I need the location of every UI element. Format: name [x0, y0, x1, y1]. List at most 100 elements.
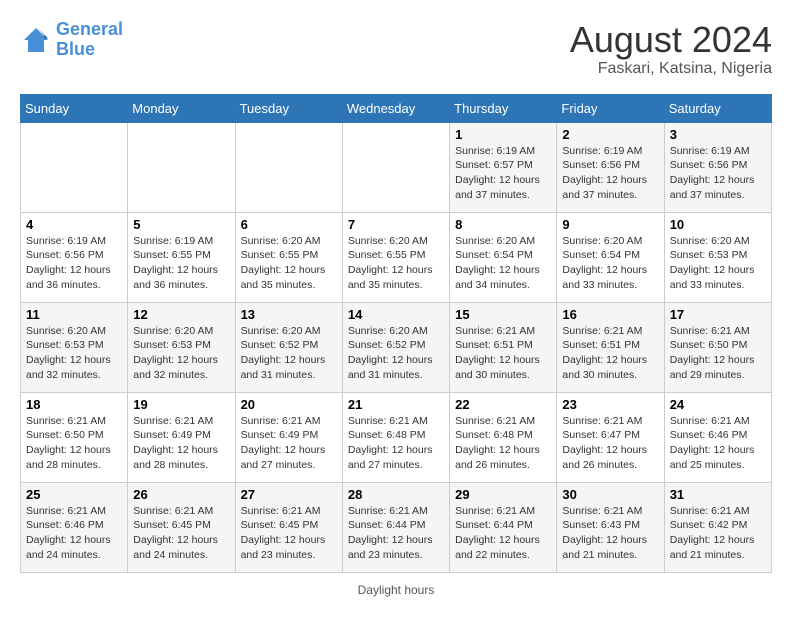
logo-icon — [20, 24, 52, 56]
day-number: 12 — [133, 307, 229, 322]
day-detail: Sunrise: 6:19 AM Sunset: 6:56 PM Dayligh… — [670, 144, 766, 203]
day-cell: 17Sunrise: 6:21 AM Sunset: 6:50 PM Dayli… — [664, 302, 771, 392]
day-cell: 11 Sunrise: 6:20 AM Sunset: 6:53 PM Dayli… — [21, 302, 128, 392]
day-detail: Sunrise: 6:19 AM Sunset: 6:56 PM Dayligh… — [26, 234, 122, 293]
day-detail: Sunrise: 6:21 AM Sunset: 6:51 PM Dayligh… — [562, 324, 658, 383]
day-cell: 29 Sunrise: 6:21 AM Sunset: 6:44 PM Dayli… — [450, 482, 557, 572]
day-detail: Sunrise: 6:19 AM Sunset: 6:56 PM Dayligh… — [562, 144, 658, 203]
page-header: General Blue August 2024 Faskari, Katsin… — [20, 20, 772, 78]
day-cell — [342, 122, 449, 212]
day-detail: Sunrise: 6:21 AM Sunset: 6:42 PM Dayligh… — [670, 504, 766, 563]
day-cell: 26 Sunrise: 6:21 AM Sunset: 6:45 PM Dayli… — [128, 482, 235, 572]
day-detail: Sunrise: 6:21 AM Sunset: 6:47 PM Dayligh… — [562, 414, 658, 473]
day-cell: 14Sunrise: 6:20 AM Sunset: 6:52 PM Dayli… — [342, 302, 449, 392]
day-number: 2 — [562, 127, 658, 142]
day-detail: Sunrise: 6:21 AM Sunset: 6:45 PM Dayligh… — [133, 504, 229, 563]
logo: General Blue — [20, 20, 123, 60]
day-number: 24 — [670, 397, 766, 412]
day-detail: Sunrise: 6:21 AM Sunset: 6:49 PM Dayligh… — [241, 414, 337, 473]
day-cell: 31 Sunrise: 6:21 AM Sunset: 6:42 PM Dayli… — [664, 482, 771, 572]
day-number: 10 — [670, 217, 766, 232]
day-cell — [21, 122, 128, 212]
day-number: 16 — [562, 307, 658, 322]
day-cell: 27 Sunrise: 6:21 AM Sunset: 6:45 PM Dayli… — [235, 482, 342, 572]
column-header-thursday: Thursday — [450, 94, 557, 122]
day-cell: 22 Sunrise: 6:21 AM Sunset: 6:48 PM Dayli… — [450, 392, 557, 482]
week-row-1: 1 Sunrise: 6:19 AM Sunset: 6:57 PM Daylig… — [21, 122, 772, 212]
day-cell: 25 Sunrise: 6:21 AM Sunset: 6:46 PM Dayli… — [21, 482, 128, 572]
title-block: August 2024 Faskari, Katsina, Nigeria — [570, 20, 772, 78]
week-row-5: 25 Sunrise: 6:21 AM Sunset: 6:46 PM Dayli… — [21, 482, 772, 572]
day-cell: 28 Sunrise: 6:21 AM Sunset: 6:44 PM Dayli… — [342, 482, 449, 572]
day-detail: Sunrise: 6:19 AM Sunset: 6:55 PM Dayligh… — [133, 234, 229, 293]
day-detail: Sunrise: 6:20 AM Sunset: 6:53 PM Dayligh… — [133, 324, 229, 383]
week-row-4: 18 Sunrise: 6:21 AM Sunset: 6:50 PM Dayli… — [21, 392, 772, 482]
day-detail: Sunrise: 6:21 AM Sunset: 6:45 PM Dayligh… — [241, 504, 337, 563]
day-number: 27 — [241, 487, 337, 502]
day-detail: Sunrise: 6:19 AM Sunset: 6:57 PM Dayligh… — [455, 144, 551, 203]
day-cell: 2 Sunrise: 6:19 AM Sunset: 6:56 PM Daylig… — [557, 122, 664, 212]
daylight-label: Daylight hours — [358, 583, 435, 597]
day-number: 18 — [26, 397, 122, 412]
column-header-saturday: Saturday — [664, 94, 771, 122]
day-detail: Sunrise: 6:21 AM Sunset: 6:46 PM Dayligh… — [26, 504, 122, 563]
day-detail: Sunrise: 6:21 AM Sunset: 6:50 PM Dayligh… — [670, 324, 766, 383]
day-number: 9 — [562, 217, 658, 232]
day-cell: 8 Sunrise: 6:20 AM Sunset: 6:54 PM Daylig… — [450, 212, 557, 302]
day-detail: Sunrise: 6:21 AM Sunset: 6:48 PM Dayligh… — [348, 414, 444, 473]
day-detail: Sunrise: 6:20 AM Sunset: 6:53 PM Dayligh… — [670, 234, 766, 293]
day-cell: 20 Sunrise: 6:21 AM Sunset: 6:49 PM Dayli… — [235, 392, 342, 482]
day-cell: 3 Sunrise: 6:19 AM Sunset: 6:56 PM Daylig… — [664, 122, 771, 212]
day-detail: Sunrise: 6:20 AM Sunset: 6:54 PM Dayligh… — [455, 234, 551, 293]
day-detail: Sunrise: 6:20 AM Sunset: 6:52 PM Dayligh… — [241, 324, 337, 383]
day-detail: Sunrise: 6:21 AM Sunset: 6:50 PM Dayligh… — [26, 414, 122, 473]
day-number: 28 — [348, 487, 444, 502]
day-cell: 13 Sunrise: 6:20 AM Sunset: 6:52 PM Dayli… — [235, 302, 342, 392]
day-number: 15 — [455, 307, 551, 322]
day-cell — [128, 122, 235, 212]
day-cell: 21 Sunrise: 6:21 AM Sunset: 6:48 PM Dayli… — [342, 392, 449, 482]
day-cell: 24 Sunrise: 6:21 AM Sunset: 6:46 PM Dayli… — [664, 392, 771, 482]
day-number: 3 — [670, 127, 766, 142]
day-detail: Sunrise: 6:21 AM Sunset: 6:49 PM Dayligh… — [133, 414, 229, 473]
day-detail: Sunrise: 6:20 AM Sunset: 6:52 PM Dayligh… — [348, 324, 444, 383]
day-cell — [235, 122, 342, 212]
day-detail: Sunrise: 6:21 AM Sunset: 6:44 PM Dayligh… — [348, 504, 444, 563]
day-number: 21 — [348, 397, 444, 412]
day-cell: 5Sunrise: 6:19 AM Sunset: 6:55 PM Daylig… — [128, 212, 235, 302]
day-detail: Sunrise: 6:21 AM Sunset: 6:44 PM Dayligh… — [455, 504, 551, 563]
calendar-table: SundayMondayTuesdayWednesdayThursdayFrid… — [20, 94, 772, 573]
day-number: 11 — [26, 307, 122, 322]
day-cell: 7Sunrise: 6:20 AM Sunset: 6:55 PM Daylig… — [342, 212, 449, 302]
day-detail: Sunrise: 6:21 AM Sunset: 6:43 PM Dayligh… — [562, 504, 658, 563]
day-number: 29 — [455, 487, 551, 502]
day-number: 20 — [241, 397, 337, 412]
day-detail: Sunrise: 6:20 AM Sunset: 6:54 PM Dayligh… — [562, 234, 658, 293]
week-row-2: 4 Sunrise: 6:19 AM Sunset: 6:56 PM Daylig… — [21, 212, 772, 302]
day-number: 8 — [455, 217, 551, 232]
day-cell: 6 Sunrise: 6:20 AM Sunset: 6:55 PM Daylig… — [235, 212, 342, 302]
footer: Daylight hours — [20, 583, 772, 597]
main-title: August 2024 — [570, 20, 772, 60]
day-cell: 18 Sunrise: 6:21 AM Sunset: 6:50 PM Dayli… — [21, 392, 128, 482]
day-detail: Sunrise: 6:21 AM Sunset: 6:46 PM Dayligh… — [670, 414, 766, 473]
day-detail: Sunrise: 6:20 AM Sunset: 6:53 PM Dayligh… — [26, 324, 122, 383]
day-cell: 10 Sunrise: 6:20 AM Sunset: 6:53 PM Dayli… — [664, 212, 771, 302]
day-number: 26 — [133, 487, 229, 502]
day-number: 25 — [26, 487, 122, 502]
day-detail: Sunrise: 6:20 AM Sunset: 6:55 PM Dayligh… — [241, 234, 337, 293]
day-number: 31 — [670, 487, 766, 502]
day-number: 22 — [455, 397, 551, 412]
day-number: 6 — [241, 217, 337, 232]
day-number: 1 — [455, 127, 551, 142]
day-cell: 16 Sunrise: 6:21 AM Sunset: 6:51 PM Dayli… — [557, 302, 664, 392]
day-number: 7 — [348, 217, 444, 232]
day-number: 13 — [241, 307, 337, 322]
day-detail: Sunrise: 6:21 AM Sunset: 6:48 PM Dayligh… — [455, 414, 551, 473]
day-cell: 4 Sunrise: 6:19 AM Sunset: 6:56 PM Daylig… — [21, 212, 128, 302]
day-cell: 12 Sunrise: 6:20 AM Sunset: 6:53 PM Dayli… — [128, 302, 235, 392]
day-cell: 15Sunrise: 6:21 AM Sunset: 6:51 PM Dayli… — [450, 302, 557, 392]
day-cell: 19Sunrise: 6:21 AM Sunset: 6:49 PM Dayli… — [128, 392, 235, 482]
day-number: 23 — [562, 397, 658, 412]
day-number: 4 — [26, 217, 122, 232]
